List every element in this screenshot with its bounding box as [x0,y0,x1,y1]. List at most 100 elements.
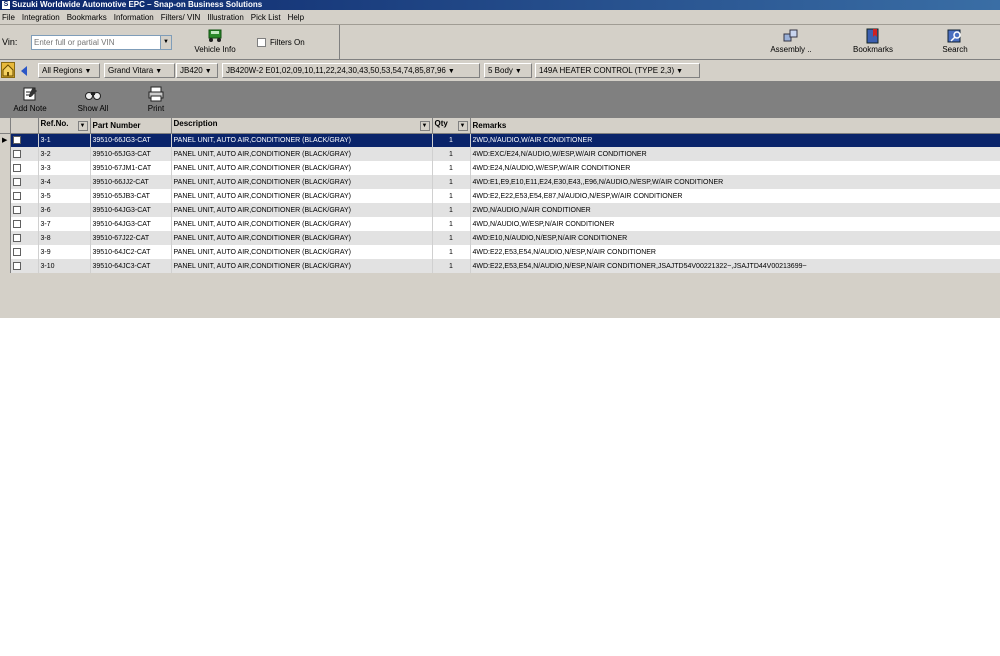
row-checkbox-cell[interactable] [10,189,39,203]
row-checkbox[interactable] [12,234,21,242]
crumb-code[interactable]: JB420 ▼ [176,63,218,78]
row-checkbox-cell[interactable] [10,133,39,147]
print-button[interactable]: Print [142,86,170,113]
cell-remarks: 2WD,N/AUDIO,W/AIR CONDITIONER [470,133,1000,147]
header-qty[interactable]: Qty ▼ [432,118,471,134]
row-checkbox[interactable] [12,262,21,270]
cell-description: PANEL UNIT, AUTO AIR,CONDITIONER (BLACK/… [171,189,433,203]
table-row[interactable]: 3-3 39510-67JM1-CAT PANEL UNIT, AUTO AIR… [0,161,1000,175]
home-icon[interactable] [1,62,15,78]
filters-on-label: Filters On [270,38,305,47]
back-arrow-icon[interactable] [18,64,30,78]
cell-part-number: 39510-64JG3-CAT [90,203,172,217]
add-note-button[interactable]: Add Note [10,86,50,113]
bookmarks-label: Bookmarks [852,45,893,54]
crumb-regions[interactable]: All Regions ▼ [38,63,100,78]
bookmarks-button[interactable]: Bookmarks [850,28,896,54]
assembly-icon [783,29,798,42]
cell-ref-no: 3-9 [38,245,91,259]
row-checkbox[interactable] [12,136,21,145]
menu-file[interactable]: File [2,13,15,22]
row-checkbox[interactable] [12,220,21,228]
cell-description: PANEL UNIT, AUTO AIR,CONDITIONER (BLACK/… [171,231,433,245]
header-remarks[interactable]: Remarks [470,118,1000,134]
table-row[interactable]: 3-10 39510-64JC3-CAT PANEL UNIT, AUTO AI… [0,259,1000,273]
header-ref-no[interactable]: Ref.No. ▼ [38,118,91,134]
row-checkbox-cell[interactable] [10,217,39,231]
filter-dropdown-icon[interactable]: ▼ [419,121,430,132]
breadcrumb: All Regions ▼ Grand Vitara ▼ JB420 ▼ JB420W… [0,60,1000,82]
chevron-down-icon: ▼ [514,68,522,75]
row-checkbox-cell[interactable] [10,245,39,259]
table-row[interactable]: ▶ 3-1 39510-66JG3-CAT PANEL UNIT, AUTO A… [0,133,1000,147]
filters-on-toggle[interactable]: Filters On [257,38,305,47]
cell-part-number: 39510-64JC2-CAT [90,245,172,259]
menu-bookmarks[interactable]: Bookmarks [67,13,107,22]
vehicle-info-button[interactable]: Vehicle Info [192,28,238,54]
menu-information[interactable]: Information [114,13,154,22]
cell-qty: 1 [432,259,471,273]
row-checkbox-cell[interactable] [10,161,39,175]
filter-dropdown-icon[interactable]: ▼ [77,121,88,132]
row-checkbox[interactable] [12,150,21,158]
table-row[interactable]: 3-5 39510-65JB3-CAT PANEL UNIT, AUTO AIR… [0,189,1000,203]
show-all-button[interactable]: Show All [74,86,112,113]
row-checkbox[interactable] [12,248,21,256]
menu-integration[interactable]: Integration [22,13,60,22]
vin-input[interactable] [32,36,160,49]
menu-help[interactable]: Help [288,13,304,22]
row-pointer-cell [0,231,11,245]
row-checkbox[interactable] [12,206,21,214]
table-row[interactable]: 3-2 39510-65JG3-CAT PANEL UNIT, AUTO AIR… [0,147,1000,161]
filters-on-checkbox[interactable] [257,38,266,47]
action-toolbar: Add Note Show All Print [0,82,1000,118]
cell-ref-no: 3-3 [38,161,91,175]
parts-table-panel: Ref.No. ▼ Part Number Description ▼ Qty ▼ R… [0,118,1000,318]
menu-filters-vin[interactable]: Filters/ VIN [161,13,201,22]
search-button[interactable]: Search [936,28,974,54]
crumb-variant[interactable]: JB420W-2 E01,02,09,10,11,22,24,30,43,50,… [222,63,480,78]
cell-remarks: 4WD:E2,E22,E53,E54,E87,N/AUDIO,N/ESP,W/A… [470,189,1000,203]
row-checkbox-cell[interactable] [10,203,39,217]
menu-illustration[interactable]: Illustration [207,13,243,22]
chevron-down-icon: ▼ [84,68,92,75]
row-pointer-cell [0,245,11,259]
row-checkbox[interactable] [12,164,21,172]
header-part-number[interactable]: Part Number [90,118,172,134]
table-row[interactable]: 3-9 39510-64JC2-CAT PANEL UNIT, AUTO AIR… [0,245,1000,259]
crumb-section[interactable]: 149A HEATER CONTROL (TYPE 2,3) ▼ [535,63,700,78]
crumb-code-label: JB420 [180,66,203,75]
cell-description: PANEL UNIT, AUTO AIR,CONDITIONER (BLACK/… [171,217,433,231]
row-pointer-cell [0,189,11,203]
row-checkbox-cell[interactable] [10,147,39,161]
row-pointer-cell [0,175,11,189]
cell-ref-no: 3-6 [38,203,91,217]
add-note-icon [23,87,37,101]
window-title: Suzuki Worldwide Automotive EPC – Snap-o… [12,0,263,9]
row-pointer-icon: ▶ [0,133,11,147]
cell-ref-no: 3-5 [38,189,91,203]
vin-dropdown-arrow-icon[interactable]: ▼ [160,36,171,49]
table-row[interactable]: 3-6 39510-64JG3-CAT PANEL UNIT, AUTO AIR… [0,203,1000,217]
crumb-model[interactable]: Grand Vitara ▼ [104,63,175,78]
row-checkbox-cell[interactable] [10,175,39,189]
row-checkbox-cell[interactable] [10,259,39,273]
table-row[interactable]: 3-4 39510-66JJ2-CAT PANEL UNIT, AUTO AIR… [0,175,1000,189]
cell-remarks: 4WD:E22,E53,E54,N/AUDIO,N/ESP,N/AIR COND… [470,245,1000,259]
header-description[interactable]: Description ▼ [171,118,433,134]
header-qty-label: Qty [434,119,448,129]
row-checkbox-cell[interactable] [10,231,39,245]
menu-pick-list[interactable]: Pick List [251,13,281,22]
assembly-button[interactable]: Assembly .. [766,28,816,54]
table-row[interactable]: 3-8 39510-67J22-CAT PANEL UNIT, AUTO AIR… [0,231,1000,245]
cell-qty: 1 [432,203,471,217]
table-row[interactable]: 3-7 39510-64JG3-CAT PANEL UNIT, AUTO AIR… [0,217,1000,231]
crumb-section-label: 149A HEATER CONTROL (TYPE 2,3) [539,66,675,75]
filter-dropdown-icon[interactable]: ▼ [457,121,468,132]
row-checkbox[interactable] [12,192,21,200]
row-checkbox[interactable] [12,178,21,186]
cell-part-number: 39510-65JG3-CAT [90,147,172,161]
vin-combo[interactable]: ▼ [31,35,172,50]
crumb-body[interactable]: 5 Body ▼ [484,63,532,78]
cell-remarks: 4WD:E10,N/AUDIO,N/ESP,N/AIR CONDITIONER [470,231,1000,245]
